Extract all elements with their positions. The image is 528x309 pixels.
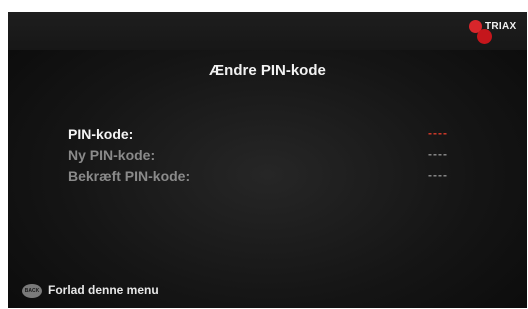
new-pin-code-field[interactable]: ----: [428, 147, 448, 161]
pin-code-field[interactable]: ----: [428, 126, 448, 140]
logo-text: TRIAX: [485, 21, 517, 32]
exit-menu-hint: Forlad denne menu: [48, 283, 159, 297]
tv-screen: TRIAX Ændre PIN-kode PIN-kode: ---- Ny P…: [8, 12, 527, 308]
new-pin-code-label: Ny PIN-kode:: [68, 147, 156, 163]
pin-code-row[interactable]: PIN-kode: ----: [68, 126, 448, 146]
menu-title: Ændre PIN-kode: [209, 62, 326, 79]
confirm-pin-code-label: Bekræft PIN-kode:: [68, 168, 191, 184]
confirm-pin-code-field[interactable]: ----: [428, 168, 448, 182]
triax-logo: TRIAX: [467, 17, 519, 47]
back-button-icon[interactable]: BACK: [22, 284, 42, 298]
top-bar: TRIAX: [8, 12, 527, 50]
footer: BACK Forlad denne menu: [8, 278, 527, 308]
confirm-pin-code-row[interactable]: Bekræft PIN-kode: ----: [68, 168, 448, 188]
new-pin-code-row[interactable]: Ny PIN-kode: ----: [68, 147, 448, 167]
pin-code-label: PIN-kode:: [68, 126, 134, 142]
